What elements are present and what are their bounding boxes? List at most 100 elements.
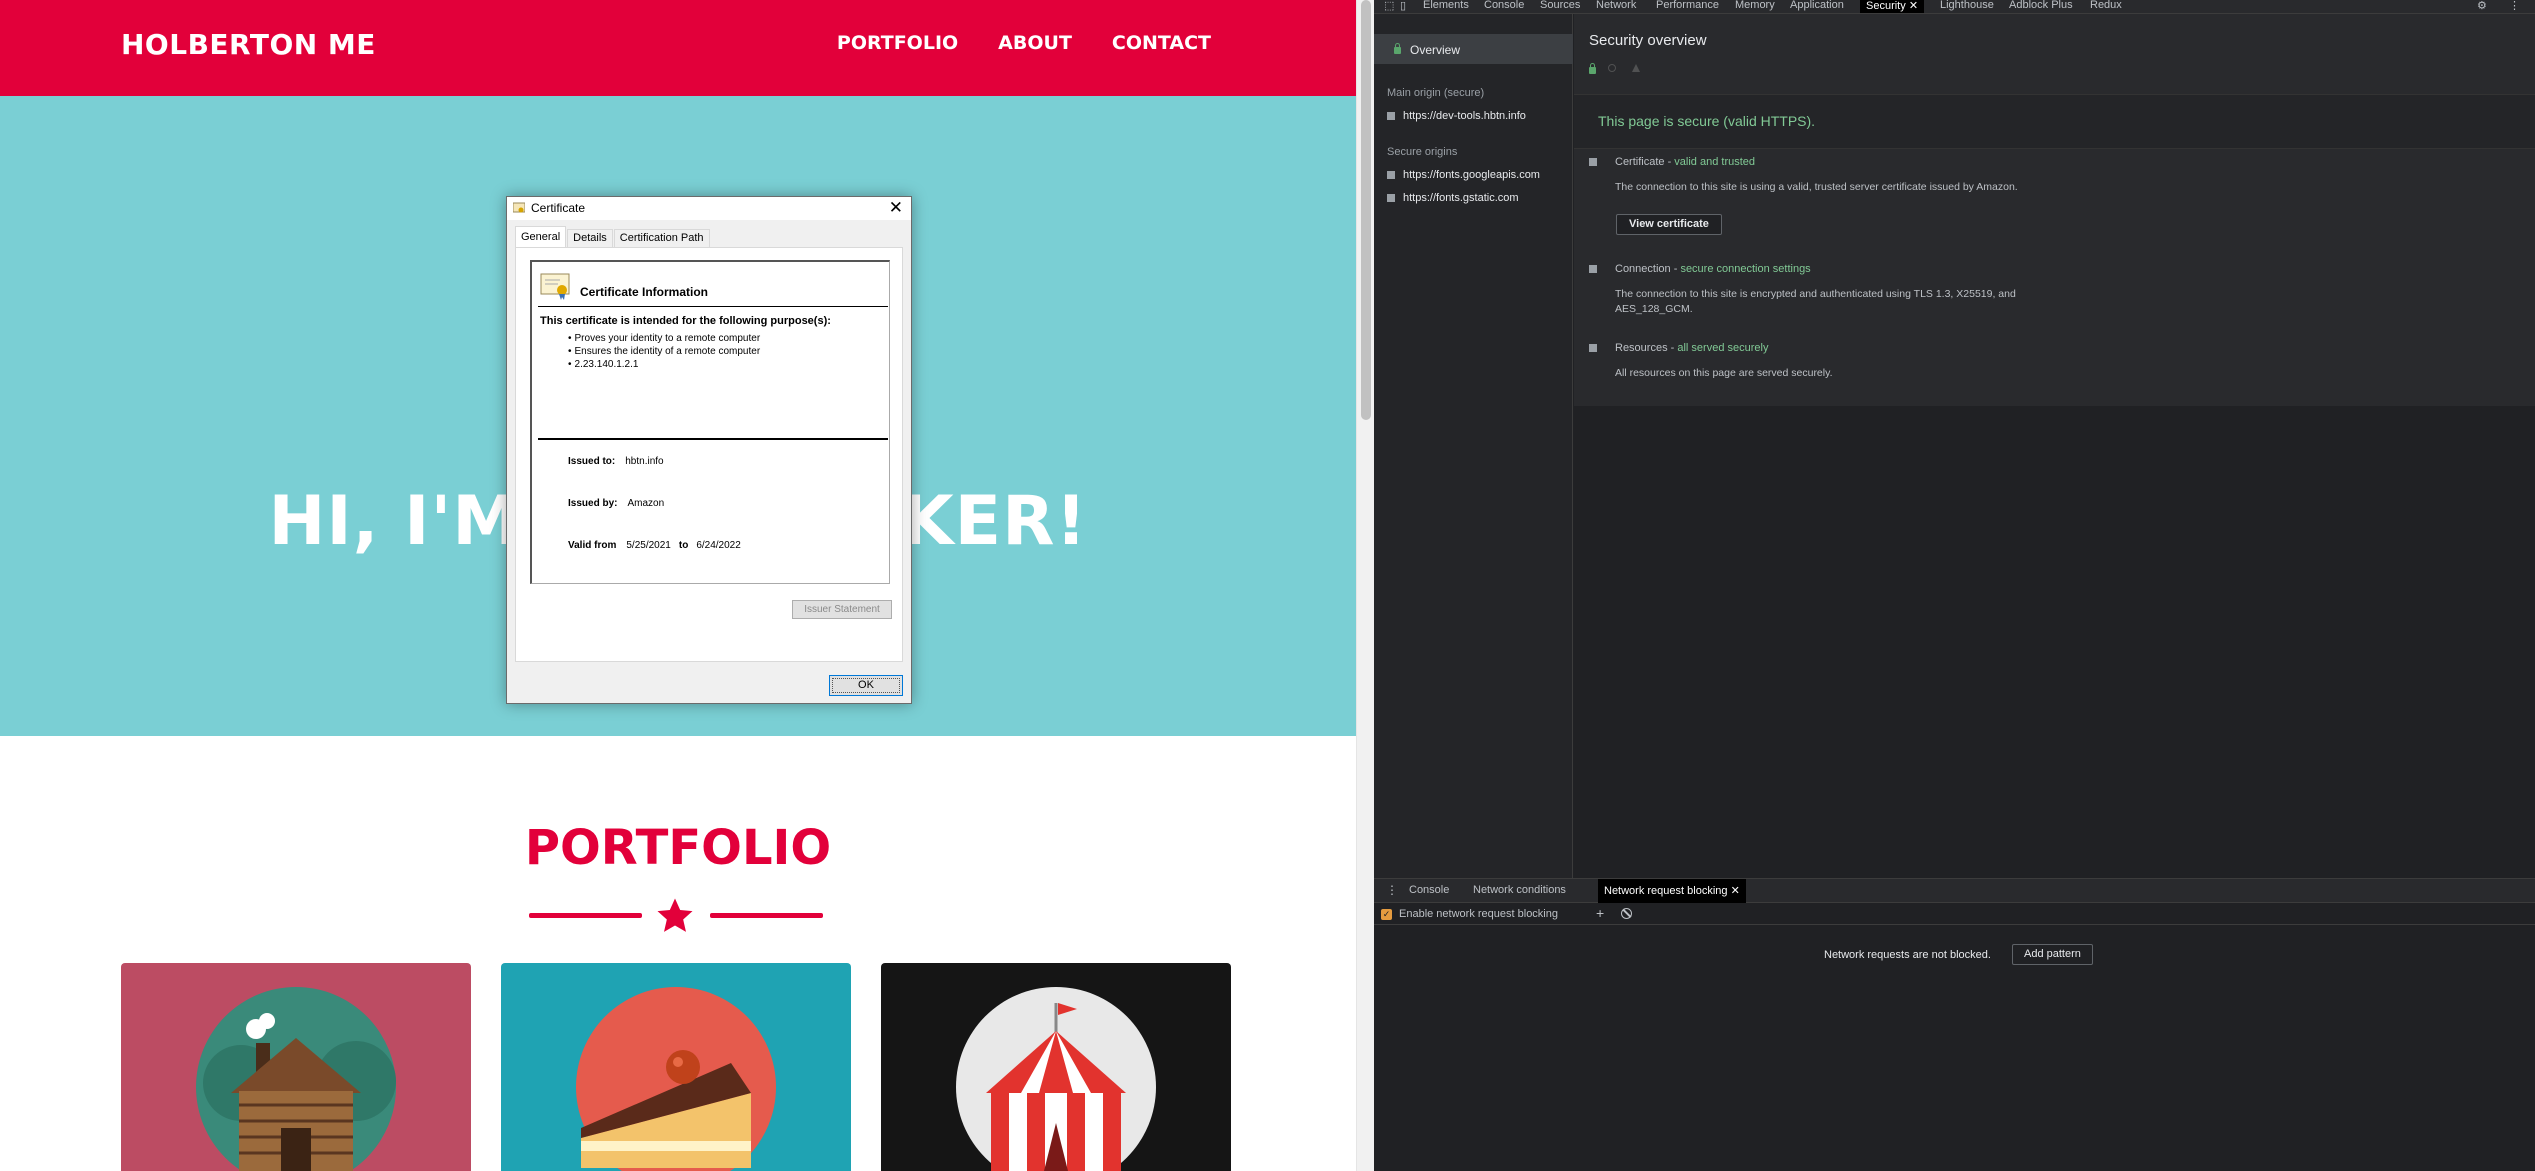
site-navbar: HOLBERTON ME PORTFOLIO ABOUT CONTACT [0,0,1356,96]
cabin-icon [196,987,396,1171]
connection-description: The connection to this site is encrypted… [1615,288,2016,315]
drawer-tab-network-conditions[interactable]: Network conditions [1473,884,1566,896]
issued-by-value: Amazon [627,498,665,509]
scrollbar-thumb[interactable] [1361,0,1371,420]
empty-pane [1574,406,2535,878]
add-pattern-button[interactable]: Add pattern [2012,944,2093,965]
issued-to-value: hbtn.info [625,456,664,467]
connection-status-icon [1589,265,1597,273]
valid-from-value: 5/25/2021 [626,540,671,551]
request-blocking-toolbar: ✓ Enable network request blocking + [1374,903,2535,925]
tab-memory[interactable]: Memory [1735,0,1775,11]
sidebar-item-overview[interactable]: Overview [1374,34,1573,64]
devtools-panel: ⬚ ▯ Elements Console Sources Network Per… [1374,0,2535,1171]
tab-certification-path[interactable]: Certification Path [613,229,710,247]
cake-icon [576,987,776,1171]
secure-origins-heading: Secure origins [1387,146,1458,158]
certificate-heading: Certificate - valid and trusted [1615,156,1756,168]
divider-line-right [710,913,823,918]
portfolio-card-cabin[interactable] [121,963,471,1171]
security-summary: This page is secure (valid HTTPS). [1598,113,1816,129]
portfolio-card-circus[interactable] [881,963,1231,1171]
info-icon [1608,64,1616,72]
certificate-info-heading: Certificate Information [580,285,709,299]
dialog-titlebar[interactable]: Certificate ✕ [507,197,911,220]
tab-performance[interactable]: Performance [1656,0,1719,11]
close-tab-icon[interactable]: ✕ [1909,0,1918,12]
enable-blocking-checkbox[interactable]: ✓ [1381,909,1392,920]
lock-icon [1589,63,1596,74]
dialog-title: Certificate [531,201,586,215]
tab-network[interactable]: Network [1596,0,1636,11]
drawer-tab-console[interactable]: Console [1409,884,1449,896]
tab-console[interactable]: Console [1484,0,1524,11]
origin-icon [1387,112,1395,121]
device-toolbar-icon[interactable]: ▯ [1400,0,1406,12]
sidebar-item-label: Overview [1410,43,1461,57]
sidebar-item-main-origin[interactable]: https://dev-tools.hbtn.info [1387,110,1526,122]
portfolio-card-cake[interactable] [501,963,851,1171]
enable-blocking-label: Enable network request blocking [1399,908,1558,920]
divider [538,438,888,440]
warning-icon [1632,64,1640,72]
tab-elements[interactable]: Elements [1423,0,1469,11]
purpose-item: Proves your identity to a remote compute… [568,332,761,345]
tab-general[interactable]: General [515,226,567,247]
ok-button[interactable]: OK [829,675,903,696]
security-summary-band: This page is secure (valid HTTPS). [1574,94,2535,149]
purpose-heading: This certificate is intended for the fol… [540,315,831,327]
certificate-badge-icon [540,273,570,300]
site-brand[interactable]: HOLBERTON ME [121,28,376,61]
origin-icon [1387,171,1395,180]
tab-details[interactable]: Details [567,229,613,247]
resources-status-icon [1589,344,1597,352]
hero-title-left: HI, I'M [268,482,521,561]
general-tab-panel: Certificate Information This certificate… [515,247,903,662]
certificate-info-box: Certificate Information This certificate… [530,260,890,584]
close-icon[interactable]: ✕ [889,198,903,218]
certificate-description: The connection to this site is using a v… [1615,181,2018,193]
tab-redux[interactable]: Redux [2090,0,2122,11]
close-tab-icon[interactable]: ✕ [1731,885,1740,897]
tab-sources[interactable]: Sources [1540,0,1580,11]
purpose-list: Proves your identity to a remote compute… [568,332,761,371]
security-sidebar: Overview Main origin (secure) https://de… [1374,14,1573,878]
divider-line-left [529,913,642,918]
tab-adblock-plus[interactable]: Adblock Plus [2009,0,2073,11]
more-options-icon[interactable]: ⋮ [2509,0,2520,12]
valid-from-row: Valid from 5/25/2021 to 6/24/2022 [568,540,741,551]
add-pattern-icon[interactable]: + [1596,905,1604,921]
page-scrollbar[interactable] [1356,0,1374,1171]
drawer-tab-network-request-blocking[interactable]: Network request blocking ✕ [1598,879,1746,903]
certificate-dialog: Certificate ✕ General Details Certificat… [506,196,912,704]
screen: HOLBERTON ME PORTFOLIO ABOUT CONTACT HI,… [0,0,2535,1171]
hero-title-right: KER! [900,482,1088,561]
security-overview-title: Security overview [1589,32,1707,49]
tab-application[interactable]: Application [1790,0,1844,11]
certificate-status-icon [1589,158,1597,166]
not-blocked-message: Network requests are not blocked. [1824,949,1991,961]
sidebar-item-secure-origin[interactable]: https://fonts.googleapis.com [1387,169,1540,181]
star-icon [657,898,693,932]
nav-link-about[interactable]: ABOUT [998,32,1072,54]
portfolio-heading: PORTFOLIO [524,820,832,876]
dialog-tabs: General Details Certification Path [515,226,711,247]
sidebar-item-secure-origin[interactable]: https://fonts.gstatic.com [1387,192,1519,204]
clear-patterns-icon[interactable] [1621,908,1632,919]
nav-link-contact[interactable]: CONTACT [1112,32,1211,54]
tab-lighthouse[interactable]: Lighthouse [1940,0,1994,11]
certificate-icon [513,202,525,213]
divider [538,306,888,307]
issued-by-row: Issued by: Amazon [568,498,665,509]
inspect-icon[interactable]: ⬚ [1384,0,1394,12]
valid-to-value: 6/24/2022 [696,540,741,551]
tab-security[interactable]: Security ✕ [1860,0,1925,13]
issuer-statement-button: Issuer Statement [792,600,892,619]
resources-heading: Resources - all served securely [1615,342,1769,354]
view-certificate-button[interactable]: View certificate [1616,214,1722,235]
gear-icon[interactable]: ⚙ [2477,0,2487,12]
devtools-drawer: ⋮ Console Network conditions Network req… [1374,878,2535,1171]
nav-link-portfolio[interactable]: PORTFOLIO [837,32,958,54]
main-origin-heading: Main origin (secure) [1387,87,1485,99]
drawer-menu-icon[interactable]: ⋮ [1386,883,1398,897]
